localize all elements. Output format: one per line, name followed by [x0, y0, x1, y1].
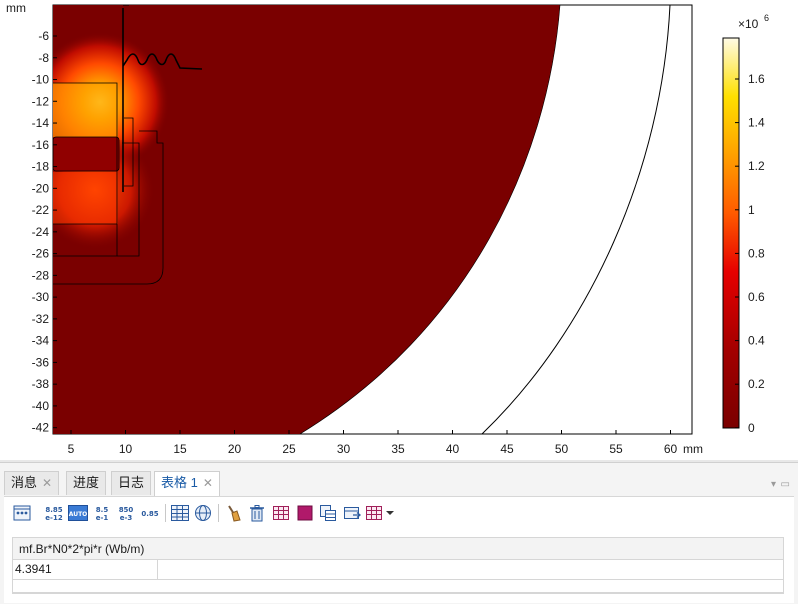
x-tick-label: 35 [391, 442, 405, 456]
colorbar [722, 37, 740, 429]
tab-log[interactable]: 日志 [111, 471, 152, 495]
panel-maximize-icon[interactable]: ▭ [781, 479, 790, 490]
results-panel: 消息 ✕ 进度 日志 表格 1 ✕ ▾ ▭ 8.85 e-12 AUTO 8.5… [0, 462, 798, 604]
tab-label: 日志 [118, 475, 145, 490]
svg-text:AUTO: AUTO [69, 511, 88, 518]
tab-messages[interactable]: 消息 ✕ [4, 471, 60, 495]
x-tick-label: 40 [446, 442, 460, 456]
decimal-icon[interactable]: 0.85 [140, 503, 160, 523]
y-tick-label: -16 [32, 138, 50, 152]
field-plot[interactable]: -6 -8 -10 -12 -14 -16 -18 -20 -22 -24 -26 -28 -30 -32… [0, 0, 798, 462]
slot-region [53, 136, 120, 172]
export-table-icon[interactable] [342, 503, 362, 523]
tab-table-1[interactable]: 表格 1 ✕ [154, 471, 220, 496]
clear-icon[interactable] [223, 503, 243, 523]
svg-text:e-12: e-12 [45, 514, 63, 522]
table-grid-icon[interactable] [364, 503, 384, 523]
svg-text:8.5: 8.5 [96, 506, 109, 514]
sphere-icon[interactable] [193, 503, 213, 523]
y-tick-label: -28 [32, 268, 50, 282]
results-table[interactable]: mf.Br*N0*2*pi*r (Wb/m) 4.3941 [12, 537, 784, 594]
y-tick-label: -40 [32, 399, 50, 413]
x-tick-label: 15 [173, 442, 187, 456]
close-icon[interactable]: ✕ [42, 476, 52, 490]
colorbar-tick-label: 1.6 [748, 72, 765, 86]
x-tick-label: 25 [282, 442, 296, 456]
colorbar-ticks: 1.6 1.4 1.2 1 0.8 0.6 0.4 0.2 0 [735, 72, 765, 435]
plot-panel[interactable]: -6 -8 -10 -12 -14 -16 -18 -20 -22 -24 -26 -28 -30 -32… [0, 0, 798, 462]
tab-strip: 消息 ✕ 进度 日志 表格 1 ✕ [4, 469, 794, 496]
tab-label: 进度 [73, 475, 100, 490]
svg-text:e-3: e-3 [120, 514, 133, 522]
y-tick-label: -32 [32, 312, 50, 326]
magnet-block-mid [53, 172, 118, 224]
close-icon[interactable]: ✕ [203, 476, 213, 490]
y-tick-label: -42 [32, 421, 50, 435]
y-tick-label: -38 [32, 377, 50, 391]
table-cell-value[interactable]: 4.3941 [13, 560, 158, 579]
engineering-notation-icon[interactable]: 8.5 e-1 [92, 503, 112, 523]
delete-icon[interactable] [247, 503, 267, 523]
x-tick-label: 45 [500, 442, 514, 456]
y-tick-label: -26 [32, 247, 50, 261]
table-row-empty [13, 580, 783, 593]
x-tick-label: 30 [337, 442, 351, 456]
y-tick-label: -8 [38, 51, 49, 65]
copy-table-icon[interactable] [318, 503, 338, 523]
magnet-block-upper [53, 83, 118, 137]
svg-text:850: 850 [119, 506, 134, 514]
colorbar-tick-label: 0.2 [748, 377, 765, 391]
y-tick-label: -6 [38, 29, 49, 43]
panel-minimize-icon[interactable]: ▾ [771, 479, 776, 490]
y-tick-label: -12 [32, 94, 50, 108]
svg-text:8.85: 8.85 [45, 506, 62, 514]
svg-text:0.85: 0.85 [141, 510, 158, 518]
colorbar-multiplier: ×10 [738, 17, 759, 31]
dropdown-arrow-icon[interactable] [384, 503, 396, 523]
tab-progress[interactable]: 进度 [66, 471, 107, 495]
y-tick-label: -36 [32, 355, 50, 369]
colorbar-tick-label: 1.2 [748, 159, 765, 173]
x-tick-label: 50 [555, 442, 569, 456]
colorbar-tick-label: 1 [748, 203, 755, 217]
table-toolbar: 8.85 e-12 AUTO 8.5 e-1 850 e-3 0.85 [4, 496, 794, 528]
tab-label: 消息 [11, 475, 38, 490]
precision-icon[interactable]: 8.85 e-12 [44, 503, 64, 523]
colorbar-tick-label: 0.6 [748, 290, 765, 304]
colorbar-tick-label: 0.8 [748, 246, 765, 260]
y-tick-label: -10 [32, 73, 50, 87]
y-tick-label: -20 [32, 181, 50, 195]
table-format-icon[interactable] [12, 503, 32, 523]
full-table-icon[interactable] [170, 503, 190, 523]
colorbar-tick-label: 0 [748, 421, 755, 435]
y-tick-label: -30 [32, 290, 50, 304]
table-area: mf.Br*N0*2*pi*r (Wb/m) 4.3941 [4, 528, 794, 603]
y-tick-label: -34 [32, 334, 50, 348]
x-tick-label: 20 [228, 442, 242, 456]
colorbar-exponent: 6 [764, 13, 769, 23]
x-tick-label: 5 [68, 442, 75, 456]
color-square-icon[interactable] [295, 503, 315, 523]
svg-text:e-1: e-1 [96, 514, 109, 522]
colorbar-tick-label: 1.4 [748, 116, 765, 130]
table-edit-icon[interactable] [271, 503, 291, 523]
tab-label: 表格 1 [161, 475, 198, 490]
x-tick-label: 10 [119, 442, 133, 456]
table-row[interactable]: 4.3941 [13, 560, 783, 580]
y-tick-label: -18 [32, 160, 50, 174]
y-tick-label: -22 [32, 203, 50, 217]
y-tick-label: -24 [32, 225, 50, 239]
x-axis-unit: mm [683, 442, 703, 456]
y-tick-label: -14 [32, 116, 50, 130]
table-header[interactable]: mf.Br*N0*2*pi*r (Wb/m) [13, 538, 783, 560]
auto-notation-icon[interactable]: AUTO [68, 503, 88, 523]
x-tick-label: 60 [664, 442, 678, 456]
x-tick-label: 55 [609, 442, 623, 456]
colorbar-tick-label: 0.4 [748, 334, 765, 348]
y-axis-unit: mm [6, 1, 26, 15]
scientific-notation-icon[interactable]: 850 e-3 [116, 503, 136, 523]
